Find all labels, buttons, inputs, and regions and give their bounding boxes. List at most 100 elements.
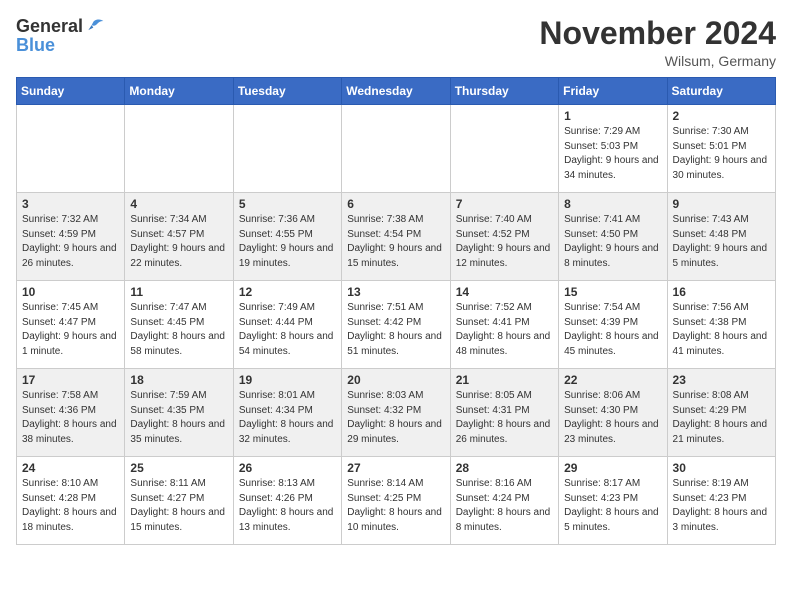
day-info: Sunrise: 8:03 AM Sunset: 4:32 PM Dayligh… (347, 389, 444, 447)
day-info: Sunrise: 7:59 AM Sunset: 4:35 PM Dayligh… (130, 389, 227, 447)
calendar-cell: 4 Sunrise: 7:34 AM Sunset: 4:57 PM Daylig… (125, 193, 233, 281)
calendar-cell: 18 Sunrise: 7:59 AM Sunset: 4:35 PM Dayli… (125, 369, 233, 457)
calendar-cell (17, 105, 125, 193)
day-number: 26 (239, 461, 336, 475)
logo-general: General (16, 17, 83, 35)
day-number: 7 (456, 197, 553, 211)
day-number: 21 (456, 373, 553, 387)
calendar-week-5: 24Sunrise: 8:10 AM Sunset: 4:28 PM Dayli… (17, 457, 776, 545)
day-number: 1 (564, 109, 661, 123)
header-saturday: Saturday (667, 78, 775, 105)
page-header: General Blue November 2024 Wilsum, Germa… (16, 16, 776, 69)
day-info: Sunrise: 8:16 AM Sunset: 4:24 PM Dayligh… (456, 477, 553, 535)
calendar-cell: 20 Sunrise: 8:03 AM Sunset: 4:32 PM Dayli… (342, 369, 450, 457)
calendar-cell: 24Sunrise: 8:10 AM Sunset: 4:28 PM Dayli… (17, 457, 125, 545)
day-number: 12 (239, 285, 336, 299)
day-info: Sunrise: 8:13 AM Sunset: 4:26 PM Dayligh… (239, 477, 336, 535)
day-info: Sunrise: 8:08 AM Sunset: 4:29 PM Dayligh… (673, 389, 770, 447)
title-block: November 2024 Wilsum, Germany (539, 16, 776, 69)
calendar-cell: 13 Sunrise: 7:51 AM Sunset: 4:42 PM Dayli… (342, 281, 450, 369)
calendar-cell: 19 Sunrise: 8:01 AM Sunset: 4:34 PM Dayli… (233, 369, 341, 457)
calendar-cell: 3 Sunrise: 7:32 AM Sunset: 4:59 PM Daylig… (17, 193, 125, 281)
day-info: Sunrise: 7:43 AM Sunset: 4:48 PM Dayligh… (673, 213, 770, 271)
day-info: Sunrise: 7:40 AM Sunset: 4:52 PM Dayligh… (456, 213, 553, 271)
day-info: Sunrise: 7:32 AM Sunset: 4:59 PM Dayligh… (22, 213, 119, 271)
day-number: 23 (673, 373, 770, 387)
day-number: 5 (239, 197, 336, 211)
day-number: 27 (347, 461, 444, 475)
header-tuesday: Tuesday (233, 78, 341, 105)
calendar-cell: 9 Sunrise: 7:43 AM Sunset: 4:48 PM Daylig… (667, 193, 775, 281)
location: Wilsum, Germany (539, 53, 776, 69)
header-sunday: Sunday (17, 78, 125, 105)
calendar-cell: 23 Sunrise: 8:08 AM Sunset: 4:29 PM Dayli… (667, 369, 775, 457)
day-number: 6 (347, 197, 444, 211)
day-info: Sunrise: 7:29 AM Sunset: 5:03 PM Dayligh… (564, 125, 661, 183)
day-info: Sunrise: 7:45 AM Sunset: 4:47 PM Dayligh… (22, 301, 119, 359)
logo-blue: Blue (16, 35, 55, 55)
day-number: 29 (564, 461, 661, 475)
calendar-cell: 28 Sunrise: 8:16 AM Sunset: 4:24 PM Dayli… (450, 457, 558, 545)
calendar-cell: 7 Sunrise: 7:40 AM Sunset: 4:52 PM Daylig… (450, 193, 558, 281)
calendar-cell: 29 Sunrise: 8:17 AM Sunset: 4:23 PM Dayli… (559, 457, 667, 545)
calendar-week-2: 3 Sunrise: 7:32 AM Sunset: 4:59 PM Daylig… (17, 193, 776, 281)
calendar-cell: 6Sunrise: 7:38 AM Sunset: 4:54 PM Daylig… (342, 193, 450, 281)
calendar-cell: 27 Sunrise: 8:14 AM Sunset: 4:25 PM Dayli… (342, 457, 450, 545)
calendar-week-1: 1 Sunrise: 7:29 AM Sunset: 5:03 PM Daylig… (17, 105, 776, 193)
calendar-cell: 16 Sunrise: 7:56 AM Sunset: 4:38 PM Dayli… (667, 281, 775, 369)
calendar-cell: 22 Sunrise: 8:06 AM Sunset: 4:30 PM Dayli… (559, 369, 667, 457)
calendar-table: SundayMondayTuesdayWednesdayThursdayFrid… (16, 77, 776, 545)
day-number: 3 (22, 197, 119, 211)
day-number: 19 (239, 373, 336, 387)
month-title: November 2024 (539, 16, 776, 51)
day-number: 22 (564, 373, 661, 387)
day-info: Sunrise: 7:30 AM Sunset: 5:01 PM Dayligh… (673, 125, 770, 183)
day-info: Sunrise: 7:54 AM Sunset: 4:39 PM Dayligh… (564, 301, 661, 359)
header-thursday: Thursday (450, 78, 558, 105)
day-info: Sunrise: 8:10 AM Sunset: 4:28 PM Dayligh… (22, 477, 119, 535)
calendar-cell: 30 Sunrise: 8:19 AM Sunset: 4:23 PM Dayli… (667, 457, 775, 545)
calendar-cell: 17Sunrise: 7:58 AM Sunset: 4:36 PM Dayli… (17, 369, 125, 457)
day-info: Sunrise: 7:36 AM Sunset: 4:55 PM Dayligh… (239, 213, 336, 271)
calendar-cell: 25Sunrise: 8:11 AM Sunset: 4:27 PM Dayli… (125, 457, 233, 545)
day-info: Sunrise: 8:06 AM Sunset: 4:30 PM Dayligh… (564, 389, 661, 447)
calendar-cell: 12Sunrise: 7:49 AM Sunset: 4:44 PM Dayli… (233, 281, 341, 369)
calendar-cell: 15Sunrise: 7:54 AM Sunset: 4:39 PM Dayli… (559, 281, 667, 369)
header-monday: Monday (125, 78, 233, 105)
day-info: Sunrise: 7:51 AM Sunset: 4:42 PM Dayligh… (347, 301, 444, 359)
day-number: 30 (673, 461, 770, 475)
day-info: Sunrise: 8:05 AM Sunset: 4:31 PM Dayligh… (456, 389, 553, 447)
calendar-cell (342, 105, 450, 193)
day-number: 16 (673, 285, 770, 299)
day-info: Sunrise: 7:34 AM Sunset: 4:57 PM Dayligh… (130, 213, 227, 271)
calendar-cell: 11 Sunrise: 7:47 AM Sunset: 4:45 PM Dayli… (125, 281, 233, 369)
calendar-cell: 21 Sunrise: 8:05 AM Sunset: 4:31 PM Dayli… (450, 369, 558, 457)
day-number: 20 (347, 373, 444, 387)
day-number: 14 (456, 285, 553, 299)
day-info: Sunrise: 7:52 AM Sunset: 4:41 PM Dayligh… (456, 301, 553, 359)
day-number: 10 (22, 285, 119, 299)
header-friday: Friday (559, 78, 667, 105)
day-number: 13 (347, 285, 444, 299)
header-wednesday: Wednesday (342, 78, 450, 105)
calendar-cell (125, 105, 233, 193)
calendar-cell (450, 105, 558, 193)
day-number: 9 (673, 197, 770, 211)
day-info: Sunrise: 8:17 AM Sunset: 4:23 PM Dayligh… (564, 477, 661, 535)
day-number: 8 (564, 197, 661, 211)
day-number: 18 (130, 373, 227, 387)
day-number: 4 (130, 197, 227, 211)
calendar-cell (233, 105, 341, 193)
day-info: Sunrise: 8:01 AM Sunset: 4:34 PM Dayligh… (239, 389, 336, 447)
day-info: Sunrise: 7:47 AM Sunset: 4:45 PM Dayligh… (130, 301, 227, 359)
day-number: 11 (130, 285, 227, 299)
day-info: Sunrise: 8:19 AM Sunset: 4:23 PM Dayligh… (673, 477, 770, 535)
calendar-cell: 1 Sunrise: 7:29 AM Sunset: 5:03 PM Daylig… (559, 105, 667, 193)
calendar-cell: 26 Sunrise: 8:13 AM Sunset: 4:26 PM Dayli… (233, 457, 341, 545)
day-number: 28 (456, 461, 553, 475)
day-info: Sunrise: 7:56 AM Sunset: 4:38 PM Dayligh… (673, 301, 770, 359)
calendar-cell: 14 Sunrise: 7:52 AM Sunset: 4:41 PM Dayli… (450, 281, 558, 369)
day-info: Sunrise: 8:14 AM Sunset: 4:25 PM Dayligh… (347, 477, 444, 535)
day-info: Sunrise: 7:58 AM Sunset: 4:36 PM Dayligh… (22, 389, 119, 447)
calendar-cell: 2Sunrise: 7:30 AM Sunset: 5:01 PM Daylig… (667, 105, 775, 193)
